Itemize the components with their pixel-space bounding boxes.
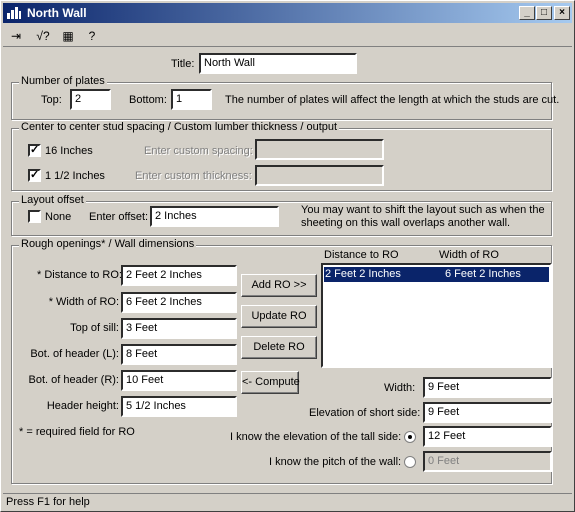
app-icon	[7, 7, 21, 19]
exit-icon[interactable]: ⇥	[6, 27, 26, 45]
header-height-input[interactable]: 5 1/2 Inches	[121, 396, 237, 417]
offset-label: Enter offset:	[89, 211, 149, 223]
custom-thickness-input[interactable]	[255, 165, 384, 186]
compute-button[interactable]: <- Compute	[241, 371, 300, 394]
tall-side-radio[interactable]	[404, 431, 416, 443]
header-left-label: Bot. of header (L):	[30, 348, 119, 360]
tall-side-label: I know the elevation of the tall side:	[230, 431, 402, 443]
bottom-plates-label: Bottom:	[129, 94, 167, 106]
list-item[interactable]: 2 Feet 2 Inches 6 Feet 2 Inches	[324, 267, 549, 282]
window-title: North Wall	[27, 6, 87, 20]
short-side-label: Elevation of short side:	[309, 407, 421, 419]
short-side-input[interactable]: 9 Feet	[423, 402, 552, 423]
ro-list[interactable]: 2 Feet 2 Inches 6 Feet 2 Inches	[321, 263, 552, 368]
list-header-width: Width of RO	[439, 249, 499, 261]
add-ro-button[interactable]: Add RO >>	[241, 274, 317, 297]
custom-spacing-input[interactable]	[255, 139, 384, 160]
pitch-radio[interactable]	[404, 456, 416, 468]
title-bar[interactable]: North Wall _ □ ×	[3, 3, 572, 23]
minimize-button[interactable]: _	[519, 6, 535, 20]
rough-openings-group-title: Rough openings* / Wall dimensions	[19, 238, 197, 250]
update-ro-button[interactable]: Update RO	[241, 305, 317, 328]
wall-width-input[interactable]: 9 Feet	[423, 377, 552, 398]
distance-label: * Distance to RO:	[37, 269, 122, 281]
sixteen-inch-label: 16 Inches	[45, 145, 93, 157]
plates-group-title: Number of plates	[19, 75, 107, 87]
lumber-thickness-label: 1 1/2 Inches	[45, 170, 105, 182]
close-button[interactable]: ×	[554, 6, 570, 20]
top-plates-label: Top:	[41, 94, 62, 106]
help-icon[interactable]: ?	[82, 27, 102, 45]
calculate-icon[interactable]: √?	[33, 27, 53, 45]
title-label: Title:	[171, 58, 195, 70]
custom-thickness-label: Enter custom thickness:	[135, 170, 252, 182]
list-header-distance: Distance to RO	[324, 249, 399, 261]
top-plates-input[interactable]: 2	[70, 89, 111, 110]
delete-ro-button[interactable]: Delete RO	[241, 336, 317, 359]
main-window: North Wall _ □ × ⇥ √? ▦ ? Title: North W…	[0, 0, 575, 512]
layout-offset-group-title: Layout offset	[19, 194, 86, 206]
header-right-label: Bot. of header (R):	[28, 374, 120, 386]
plates-note: The number of plates will affect the len…	[225, 94, 560, 106]
lumber-thickness-checkbox[interactable]: ✓	[28, 169, 41, 182]
spacing-group-title: Center to center stud spacing / Custom l…	[19, 121, 340, 133]
required-note: * = required field for RO	[19, 426, 135, 438]
row-distance: 2 Feet 2 Inches	[325, 268, 401, 280]
layout-note-line1: You may want to shift the layout such as…	[301, 204, 545, 216]
tall-side-input[interactable]: 12 Feet	[423, 426, 552, 447]
width-ro-label: * Width of RO:	[48, 296, 119, 308]
header-height-label: Header height:	[46, 400, 119, 412]
pitch-label: I know the pitch of the wall:	[269, 456, 402, 468]
row-width: 6 Feet 2 Inches	[445, 268, 521, 280]
sill-input[interactable]: 3 Feet	[121, 318, 237, 339]
toolbar: ⇥ √? ▦ ?	[3, 25, 572, 47]
header-left-input[interactable]: 8 Feet	[121, 344, 237, 365]
status-text: Press F1 for help	[6, 496, 90, 508]
width-ro-input[interactable]: 6 Feet 2 Inches	[121, 292, 237, 313]
layout-note-line2: sheeting on this wall overlaps another w…	[301, 217, 511, 229]
header-right-input[interactable]: 10 Feet	[121, 370, 237, 391]
status-bar: Press F1 for help	[3, 493, 572, 511]
offset-input[interactable]: 2 Inches	[150, 206, 279, 227]
settings-icon[interactable]: ▦	[58, 27, 78, 45]
maximize-button[interactable]: □	[536, 6, 552, 20]
sill-label: Top of sill:	[70, 322, 119, 334]
bottom-plates-input[interactable]: 1	[171, 89, 212, 110]
distance-input[interactable]: 2 Feet 2 Inches	[121, 265, 237, 286]
wall-width-label: Width:	[384, 382, 416, 394]
custom-spacing-label: Enter custom spacing:	[144, 145, 253, 157]
offset-none-label: None	[45, 211, 72, 223]
title-input[interactable]: North Wall	[199, 53, 357, 74]
offset-none-checkbox[interactable]	[28, 210, 41, 223]
pitch-input[interactable]: 0 Feet	[423, 451, 552, 472]
sixteen-inch-checkbox[interactable]: ✓	[28, 144, 41, 157]
